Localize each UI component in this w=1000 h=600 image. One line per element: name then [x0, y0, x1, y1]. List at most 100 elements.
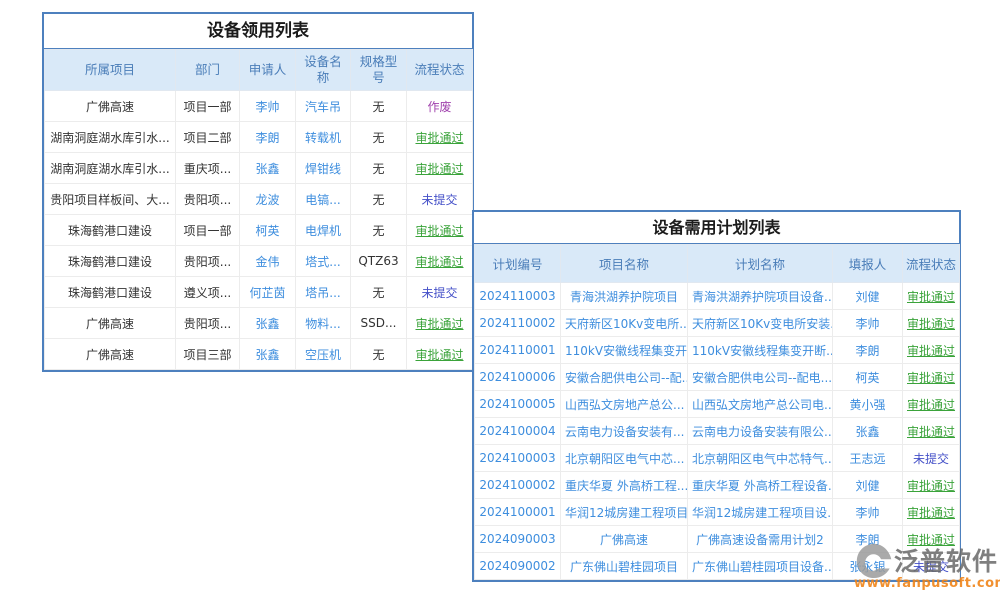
text-cell: 无 [351, 339, 407, 370]
table-row: 珠海鹤港口建设贵阳项...金伟塔式...QTZ63审批通过 [45, 246, 473, 277]
link-cell[interactable]: 重庆华夏 外高桥工程... [561, 472, 688, 499]
link-cell[interactable]: 天府新区10Kv变电所安装... [688, 310, 833, 337]
link-cell[interactable]: 物料... [296, 308, 351, 339]
column-header: 填报人 [833, 245, 903, 283]
link-cell[interactable]: 2024100003 [475, 445, 561, 472]
text-cell: 湖南洞庭湖水库引水... [45, 122, 176, 153]
link-cell[interactable]: 山西弘文房地产总公... [561, 391, 688, 418]
link-cell[interactable]: 广佛高速设备需用计划2 [688, 526, 833, 553]
link-cell[interactable]: 110kV安徽线程集变开... [561, 337, 688, 364]
link-cell[interactable]: 空压机 [296, 339, 351, 370]
text-cell: 遵义项... [176, 277, 240, 308]
link-cell[interactable]: 刘健 [833, 472, 903, 499]
link-cell[interactable]: 2024110002 [475, 310, 561, 337]
link-cell[interactable]: 张鑫 [833, 418, 903, 445]
equipment-demand-plan-table: 计划编号项目名称计划名称填报人流程状态 2024110003青海洪湖养护院项目青… [474, 244, 960, 580]
link-cell[interactable]: 张鑫 [240, 308, 296, 339]
table-header: 所属项目部门申请人设备名称规格型号流程状态 [45, 50, 473, 91]
link-cell[interactable]: 黄小强 [833, 391, 903, 418]
link-cell[interactable]: 广东佛山碧桂园项目设备... [688, 553, 833, 580]
link-cell[interactable]: 青海洪湖养护院项目设备... [688, 283, 833, 310]
link-cell[interactable]: 柯英 [833, 364, 903, 391]
link-cell[interactable]: 广佛高速 [561, 526, 688, 553]
status-cell[interactable]: 审批通过 [903, 472, 960, 499]
link-cell[interactable]: 华润12城房建工程项目 [561, 499, 688, 526]
link-cell[interactable]: 塔式... [296, 246, 351, 277]
status-cell[interactable]: 审批通过 [903, 310, 960, 337]
status-cell[interactable]: 未提交 [407, 184, 473, 215]
status-cell[interactable]: 审批通过 [903, 337, 960, 364]
status-cell[interactable]: 审批通过 [903, 283, 960, 310]
link-cell[interactable]: 110kV安徽线程集变开断... [688, 337, 833, 364]
link-cell[interactable]: 天府新区10Kv变电所... [561, 310, 688, 337]
watermark-url-text: www.fanpusoft.com [854, 576, 1000, 591]
link-cell[interactable]: 汽车吊 [296, 91, 351, 122]
text-cell: 项目一部 [176, 91, 240, 122]
status-cell[interactable]: 审批通过 [903, 418, 960, 445]
link-cell[interactable]: 2024100005 [475, 391, 561, 418]
status-cell[interactable]: 未提交 [903, 445, 960, 472]
status-cell[interactable]: 审批通过 [407, 153, 473, 184]
text-cell: 重庆项... [176, 153, 240, 184]
table-row: 广佛高速贵阳项...张鑫物料...SSD...审批通过 [45, 308, 473, 339]
link-cell[interactable]: 柯英 [240, 215, 296, 246]
link-cell[interactable]: 华润12城房建工程项目设... [688, 499, 833, 526]
status-cell[interactable]: 未提交 [407, 277, 473, 308]
text-cell: 湖南洞庭湖水库引水... [45, 153, 176, 184]
link-cell[interactable]: 何芷茵 [240, 277, 296, 308]
link-cell[interactable]: 重庆华夏 外高桥工程设备... [688, 472, 833, 499]
link-cell[interactable]: 电焊机 [296, 215, 351, 246]
table-row: 2024110003青海洪湖养护院项目青海洪湖养护院项目设备...刘健审批通过 [475, 283, 960, 310]
link-cell[interactable]: 2024110003 [475, 283, 561, 310]
text-cell: 无 [351, 184, 407, 215]
link-cell[interactable]: 山西弘文房地产总公司电... [688, 391, 833, 418]
text-cell: 珠海鹤港口建设 [45, 277, 176, 308]
link-cell[interactable]: 2024090003 [475, 526, 561, 553]
link-cell[interactable]: 安徽合肥供电公司--配电... [688, 364, 833, 391]
link-cell[interactable]: 青海洪湖养护院项目 [561, 283, 688, 310]
link-cell[interactable]: 李朗 [240, 122, 296, 153]
link-cell[interactable]: 2024100004 [475, 418, 561, 445]
text-cell: 无 [351, 277, 407, 308]
link-cell[interactable]: 金伟 [240, 246, 296, 277]
link-cell[interactable]: 焊钳线 [296, 153, 351, 184]
link-cell[interactable]: 云南电力设备安装有限公... [688, 418, 833, 445]
link-cell[interactable]: 张鑫 [240, 339, 296, 370]
link-cell[interactable]: 2024110001 [475, 337, 561, 364]
link-cell[interactable]: 龙波 [240, 184, 296, 215]
header-row: 所属项目部门申请人设备名称规格型号流程状态 [45, 50, 473, 91]
link-cell[interactable]: 塔吊... [296, 277, 351, 308]
link-cell[interactable]: 李朗 [833, 337, 903, 364]
status-cell[interactable]: 审批通过 [407, 122, 473, 153]
status-cell[interactable]: 作废 [407, 91, 473, 122]
table-row: 贵阳项目样板间、大...贵阳项...龙波电镐...无未提交 [45, 184, 473, 215]
link-cell[interactable]: 转载机 [296, 122, 351, 153]
text-cell: 贵阳项... [176, 246, 240, 277]
link-cell[interactable]: 安徽合肥供电公司--配... [561, 364, 688, 391]
status-cell[interactable]: 审批通过 [903, 391, 960, 418]
link-cell[interactable]: 2024100001 [475, 499, 561, 526]
link-cell[interactable]: 张鑫 [240, 153, 296, 184]
link-cell[interactable]: 2024100006 [475, 364, 561, 391]
status-cell[interactable]: 审批通过 [407, 215, 473, 246]
status-cell[interactable]: 审批通过 [903, 499, 960, 526]
link-cell[interactable]: 李帅 [833, 310, 903, 337]
link-cell[interactable]: 李帅 [833, 499, 903, 526]
status-cell[interactable]: 审批通过 [407, 339, 473, 370]
link-cell[interactable]: 刘健 [833, 283, 903, 310]
link-cell[interactable]: 2024090002 [475, 553, 561, 580]
status-cell[interactable]: 审批通过 [407, 308, 473, 339]
link-cell[interactable]: 北京朝阳区电气中芯... [561, 445, 688, 472]
link-cell[interactable]: 广东佛山碧桂园项目 [561, 553, 688, 580]
link-cell[interactable]: 电镐... [296, 184, 351, 215]
link-cell[interactable]: 云南电力设备安装有... [561, 418, 688, 445]
link-cell[interactable]: 北京朝阳区电气中芯特气... [688, 445, 833, 472]
status-cell[interactable]: 审批通过 [903, 364, 960, 391]
link-cell[interactable]: 2024100002 [475, 472, 561, 499]
column-header: 设备名称 [296, 50, 351, 91]
table-row: 2024100003北京朝阳区电气中芯...北京朝阳区电气中芯特气...王志远未… [475, 445, 960, 472]
status-cell[interactable]: 审批通过 [407, 246, 473, 277]
link-cell[interactable]: 李帅 [240, 91, 296, 122]
link-cell[interactable]: 王志远 [833, 445, 903, 472]
table-row: 湖南洞庭湖水库引水...重庆项...张鑫焊钳线无审批通过 [45, 153, 473, 184]
